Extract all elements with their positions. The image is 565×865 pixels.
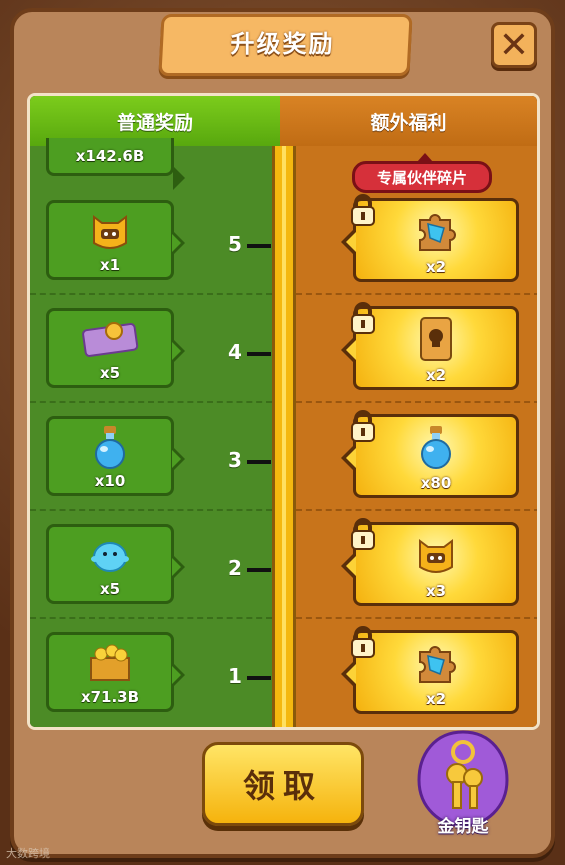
- reward-card-partial[interactable]: x142.6B: [46, 138, 185, 190]
- extra-benefits-header: 额外福利: [280, 96, 537, 146]
- padlock-icon: [351, 518, 375, 550]
- normal-reward-card-5[interactable]: x1: [46, 200, 185, 280]
- reward-quantity: x142.6B: [75, 147, 145, 165]
- close-x-icon: ✕: [498, 24, 530, 66]
- cat-token-icon: [419, 538, 453, 573]
- golden-key-label: 金钥匙: [437, 817, 489, 837]
- reward-quantity: x1: [99, 256, 121, 274]
- level-number-5: 5: [228, 232, 242, 256]
- reward-quantity: x3: [425, 582, 447, 600]
- padlock-icon: [351, 302, 375, 334]
- panel-title: 升级奖励: [230, 30, 335, 58]
- normal-reward-card-4[interactable]: x5: [46, 308, 185, 388]
- cat-token-icon: [93, 215, 127, 250]
- gold-treasure-box-icon: [90, 644, 130, 682]
- normal-reward-card-1[interactable]: x71.3B: [46, 632, 185, 712]
- level-number-2: 2: [228, 556, 242, 580]
- padlock-icon: [351, 410, 375, 442]
- padlock-icon: [351, 626, 375, 658]
- blue-potion-icon: [95, 426, 125, 470]
- reward-quantity: x2: [425, 366, 447, 384]
- reward-quantity: x5: [99, 364, 121, 382]
- extra-reward-card-2[interactable]: x3: [341, 518, 519, 606]
- reward-quantity: x5: [99, 580, 121, 598]
- level-number-4: 4: [228, 340, 242, 364]
- close-button[interactable]: ✕: [491, 22, 537, 68]
- claim-button[interactable]: 领取: [202, 742, 364, 826]
- level-track: [272, 146, 296, 727]
- extra-reward-card-5[interactable]: x2: [341, 194, 519, 282]
- partner-fragment-tag: 专属伙伴碎片: [352, 153, 492, 193]
- bottom-bar: 领取 金钥匙: [27, 728, 540, 840]
- extra-reward-card-1[interactable]: x2: [341, 626, 519, 714]
- level-number-3: 3: [228, 448, 242, 472]
- reward-quantity: x71.3B: [80, 688, 140, 706]
- reward-quantity: x2: [425, 258, 447, 276]
- reward-quantity: x2: [425, 690, 447, 708]
- blue-puzzle-piece-icon: [419, 645, 456, 683]
- padlock-icon: [351, 194, 375, 226]
- blue-blob-pet-icon: [91, 542, 129, 573]
- reward-quantity: x80: [420, 474, 452, 492]
- normal-reward-card-3[interactable]: x10: [46, 416, 185, 496]
- level-number-1: 1: [228, 664, 242, 688]
- blue-potion-icon: [421, 425, 451, 469]
- blue-puzzle-piece-icon: [419, 213, 456, 251]
- extra-reward-card-4[interactable]: x2: [341, 302, 519, 390]
- gold-coin-card-icon: [82, 322, 139, 358]
- reward-quantity: x10: [94, 472, 126, 490]
- extra-reward-card-3[interactable]: x80: [341, 410, 519, 498]
- normal-reward-card-2[interactable]: x5: [46, 524, 185, 604]
- watermark: 大数跨境: [6, 847, 50, 860]
- skull-biscuit-icon: [420, 316, 452, 361]
